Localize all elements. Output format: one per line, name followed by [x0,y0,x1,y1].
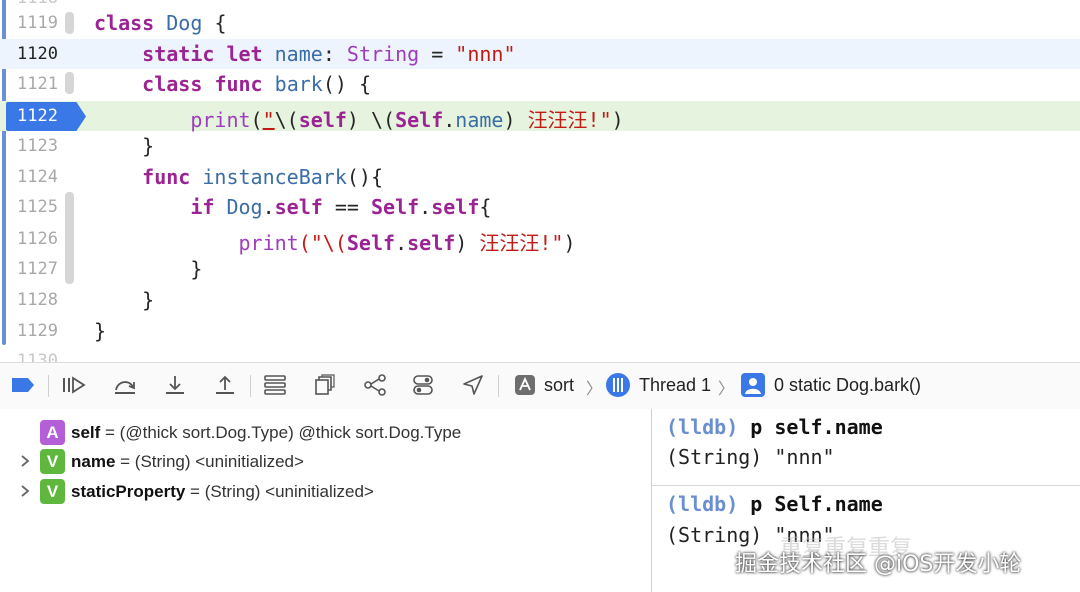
line-number: 1121 [17,74,58,94]
argument-badge: A [40,420,65,445]
chevron-right-icon: 〉 [718,381,735,398]
line-number: 1120 [17,44,58,64]
location-arrow-icon[interactable] [460,372,486,398]
code-line-1129[interactable]: 1129 } [0,316,1080,346]
disclosure-chevron-icon[interactable] [18,454,32,468]
step-over-icon[interactable] [112,372,138,398]
line-number: 1126 [17,229,58,249]
chevron-right-icon: 〉 [586,381,603,398]
line-number: 1129 [17,321,58,341]
view-hierarchy-icon[interactable] [262,372,288,398]
variable-name: staticProperty [71,482,186,501]
lldb-prompt: (lldb) [666,492,739,516]
variable-row-name[interactable]: V name = (String) <uninitialized> [0,449,651,477]
line-number: 1122 [17,106,58,126]
variable-name: self [71,423,101,442]
line-number: 1119 [17,13,58,33]
variable-row-staticProperty[interactable]: V staticProperty = (String) <uninitializ… [0,479,651,507]
breakpoints-toggle-icon[interactable] [10,372,36,398]
code-line-1120-current[interactable]: 1120 static let name: String = "nnn" [0,39,1080,69]
code-editor[interactable]: 1118 1119 class Dog { 1120 static let na… [0,0,1080,362]
variable-name: name [71,452,116,471]
line-number: 1128 [17,290,58,310]
watermark-text: 掘金技术社区 @iOS开发小轮 [735,552,1022,577]
code-line-1119[interactable]: 1119 class Dog { [0,8,1080,38]
continue-icon[interactable] [60,372,86,398]
variable-badge: V [40,479,65,504]
breadcrumb-frame[interactable]: 0 static Dog.bark() [774,375,921,396]
breadcrumb-thread[interactable]: Thread 1 [639,375,711,396]
memory-graph-icon[interactable] [312,372,338,398]
code-line-1121[interactable]: 1121 class func bark() { [0,69,1080,99]
code-line-1127[interactable]: 1127 } [0,254,1080,284]
step-out-icon[interactable] [212,372,238,398]
variable-value: = (@thick sort.Dog.Type) @thick sort.Dog… [100,423,462,442]
line-number-clipped-top: 1118 [0,0,58,8]
line-number: 1123 [17,136,58,156]
code-line-1126[interactable]: 1126 print("\(Self.self) 汪汪汪!") [0,224,1080,255]
disclosure-chevron-icon[interactable] [18,484,32,498]
simulate-location-icon[interactable] [410,372,436,398]
code-line-1122-execution-point[interactable]: 1122 print("\(self) \(Self.name) 汪汪汪!") [0,101,1080,132]
console-command: p Self.name [750,492,883,516]
line-number: 1125 [17,197,58,217]
line-number: 1124 [17,167,58,187]
code-line-1124[interactable]: 1124 func instanceBark(){ [0,162,1080,192]
environment-icon[interactable] [362,372,388,398]
lldb-prompt: (lldb) [666,415,739,439]
step-into-icon[interactable] [162,372,188,398]
variable-row-self[interactable]: A self = (@thick sort.Dog.Type) @thick s… [0,420,651,448]
code-line-1123[interactable]: 1123 } [0,131,1080,161]
breadcrumb-target[interactable]: sort [544,375,574,396]
variable-badge: V [40,449,65,474]
console-command: p self.name [750,415,883,439]
debug-bar: sort 〉 Thread 1 〉 0 static Dog.bark() [0,362,1080,410]
code-line-1128[interactable]: 1128 } [0,285,1080,315]
variables-view: A self = (@thick sort.Dog.Type) @thick s… [0,409,652,592]
console-output: (String) "nnn" [666,445,835,469]
variable-value: = (String) <uninitialized> [185,482,374,501]
line-number-clipped-bottom: 1130 [17,351,58,362]
thread-icon [605,372,631,398]
variable-value: = (String) <uninitialized> [115,452,304,471]
line-number: 1127 [17,259,58,279]
code-line-1125[interactable]: 1125 if Dog.self == Self.self{ [0,192,1080,222]
person-frame-icon [740,372,766,398]
app-target-icon [512,372,538,398]
